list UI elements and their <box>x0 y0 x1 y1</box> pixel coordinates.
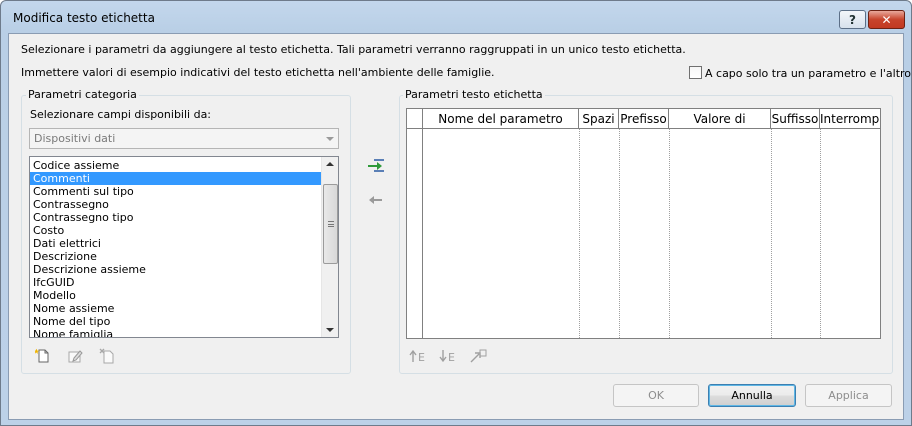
wrap-checkbox[interactable] <box>689 66 702 79</box>
grid-column-prefisso <box>620 129 670 338</box>
column-header-interrompi[interactable]: Interrompi <box>820 109 880 129</box>
dialog-window: Modifica testo etichetta ? ✕ Selezionare… <box>0 0 912 426</box>
select-source-label: Selezionare campi disponibili da: <box>30 108 212 121</box>
grid-column-valore-esempio <box>670 129 772 338</box>
delete-parameter-icon <box>97 346 117 366</box>
list-item[interactable]: Costo <box>30 224 322 237</box>
list-item[interactable]: Commenti <box>30 172 322 185</box>
list-item[interactable]: IfcGUID <box>30 276 322 289</box>
list-item[interactable]: Descrizione assieme <box>30 263 322 276</box>
column-header-spazi[interactable]: Spazi <box>579 109 619 129</box>
scroll-up-button[interactable] <box>322 157 338 171</box>
cancel-button[interactable]: Annulla <box>708 384 796 407</box>
sort-icon <box>467 346 489 366</box>
grid-column-spazi <box>580 129 620 338</box>
column-header-valore-esempio[interactable]: Valore di esempio <box>669 109 771 129</box>
grid-column-nome-parametro <box>423 129 580 338</box>
category-params-label: Parametri categoria <box>26 88 139 101</box>
list-item[interactable]: Nome famiglia <box>30 328 322 337</box>
new-parameter-icon[interactable] <box>33 346 53 366</box>
edit-parameter-icon <box>65 346 85 366</box>
svg-text:E: E <box>418 351 425 364</box>
column-header-nome-parametro[interactable]: Nome del parametro <box>423 109 579 129</box>
grid-header: Nome del parametro Spazi Prefisso Valore… <box>407 109 880 129</box>
wrap-checkbox-label[interactable]: A capo solo tra un parametro e l'altro <box>705 67 911 80</box>
list-item[interactable]: Contrassegno tipo <box>30 211 322 224</box>
list-item[interactable]: Descrizione <box>30 250 322 263</box>
close-button[interactable]: ✕ <box>868 10 905 29</box>
list-item[interactable]: Nome del tipo <box>30 315 322 328</box>
list-item[interactable]: Dati elettrici <box>30 237 322 250</box>
column-header-prefisso[interactable]: Prefisso <box>619 109 669 129</box>
list-item[interactable]: Codice assieme <box>30 159 322 172</box>
apply-button[interactable]: Applica <box>805 384 892 407</box>
label-params-label: Parametri testo etichetta <box>403 88 545 101</box>
source-category-value: Dispositivi dati <box>34 132 116 145</box>
scroll-thumb[interactable] <box>323 184 338 264</box>
list-item[interactable]: Nome assieme <box>30 302 322 315</box>
help-button[interactable]: ? <box>839 10 866 29</box>
list-item[interactable]: Modello <box>30 289 322 302</box>
list-scrollbar[interactable] <box>321 157 338 337</box>
available-fields-list[interactable]: Codice assieme Commenti Commenti sul tipo C… <box>29 156 339 338</box>
move-down-icon: E <box>437 346 459 366</box>
dialog-client-area: Selezionare i parametri da aggiungere al… <box>8 33 911 420</box>
column-header-suffisso[interactable]: Suffisso <box>771 109 820 129</box>
arrow-down-icon <box>326 328 334 332</box>
label-params-grid[interactable]: Nome del parametro Spazi Prefisso Valore… <box>406 108 881 339</box>
list-item[interactable]: Commenti sul tipo <box>30 185 322 198</box>
chevron-down-icon <box>326 137 334 141</box>
title-bar[interactable]: Modifica testo etichetta ? ✕ <box>1 1 911 33</box>
source-category-dropdown[interactable]: Dispositivi dati <box>29 128 339 149</box>
row-header-corner <box>407 109 423 129</box>
scroll-down-button[interactable] <box>322 323 338 337</box>
list-item[interactable]: Contrassegno <box>30 198 322 211</box>
ok-button[interactable]: OK <box>613 384 699 407</box>
svg-text:E: E <box>448 351 455 364</box>
move-up-icon: E <box>407 346 429 366</box>
arrow-up-icon <box>326 162 334 166</box>
instruction-line-2: Immettere valori di esempio indicativi d… <box>21 66 495 79</box>
remove-parameter-icon <box>365 191 387 209</box>
window-title: Modifica testo etichetta <box>13 11 155 25</box>
instruction-line-1: Selezionare i parametri da aggiungere al… <box>21 43 686 56</box>
grip-icon <box>328 221 334 227</box>
add-parameter-icon[interactable] <box>365 156 387 176</box>
row-header-column <box>407 129 423 338</box>
grid-column-suffisso <box>772 129 821 338</box>
